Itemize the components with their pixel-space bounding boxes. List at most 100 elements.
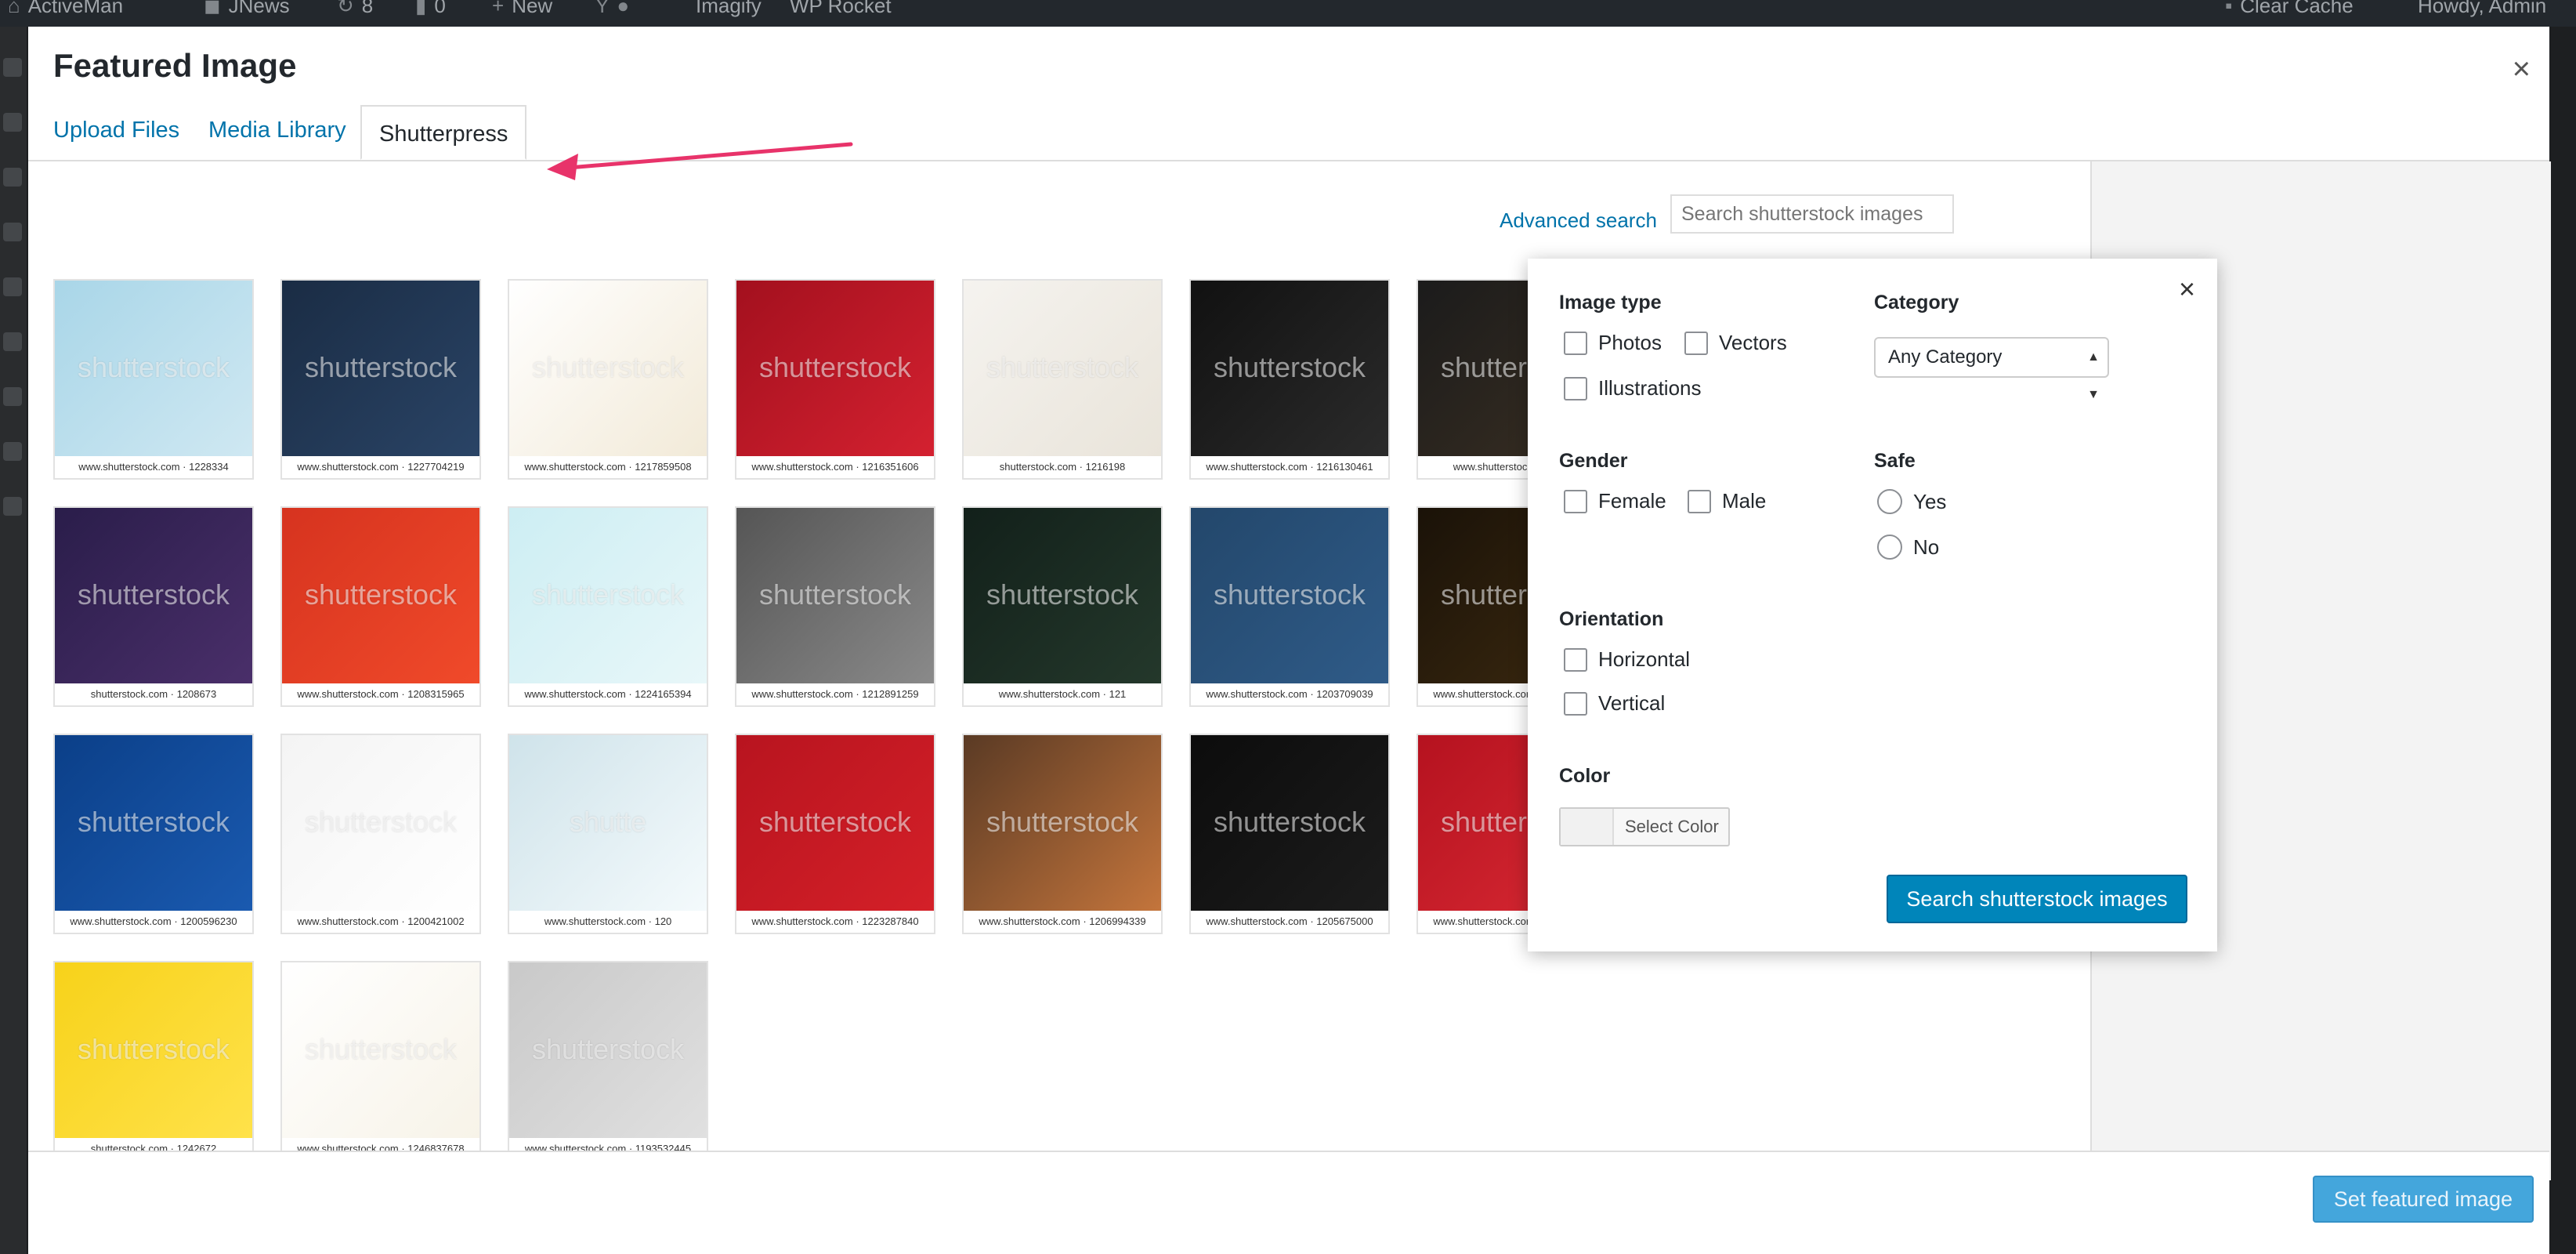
checkbox-box[interactable] [1564,331,1587,355]
clear-cache-menu[interactable]: ▪ Clear Cache [2225,0,2353,18]
watermark-text: shutterstock [77,578,230,611]
watermark-text: shutte [569,806,647,838]
image-thumbnail[interactable]: shutterstock www.shutterstock.com · 12005… [53,734,254,934]
tab-shutterpress[interactable]: Shutterpress [360,105,527,160]
color-swatch [1561,809,1614,845]
posts-icon [3,113,22,132]
advanced-search-link[interactable]: Advanced search [1500,208,1657,233]
watermark-text: shutterstock [758,351,912,383]
color-label: Color [1559,765,1611,787]
watermark-text: shutterstock [1213,806,1366,838]
new-content-menu[interactable]: + New [492,0,552,18]
site-menu[interactable]: ⌂ ActiveMan [8,0,123,18]
image-thumbnail[interactable]: shutterstock www.shutterstock.com · 12178… [508,279,708,480]
updates-count: 8 [361,0,374,17]
watermark-text: shutterstock [986,806,1139,838]
admin-bar: ⌂ ActiveMan ◼ JNews ↻ 8 ▮ 0 + New Y ● Im… [0,0,2576,27]
tab-media-library[interactable]: Media Library [208,118,346,143]
checkbox-box[interactable] [1564,691,1587,716]
set-featured-image-button[interactable]: Set featured image [2313,1176,2534,1223]
dashboard-icon [3,58,22,77]
thumbnail-caption: www.shutterstock.com · 1208315965 [282,683,479,705]
image-thumbnail[interactable]: shutterstock www.shutterstock.com · 12069… [962,734,1163,934]
checkbox-horizontal[interactable]: Horizontal [1564,647,1690,672]
modal-footer: Set featured image [28,1151,2549,1254]
image-thumbnail[interactable]: shutterstock www.shutterstock.com · 12004… [280,734,481,934]
thumbnail-caption: www.shutterstock.com · 1224165394 [509,683,707,705]
checkbox-box[interactable] [1564,376,1587,400]
tab-upload-files[interactable]: Upload Files [53,118,179,143]
checkbox-box[interactable] [1684,331,1708,355]
checkbox-box[interactable] [1688,489,1711,513]
option-label: Female [1598,489,1666,513]
thumbnail-caption: shutterstock.com · 1208673 [55,683,252,705]
select-color-button[interactable]: Select Color [1559,807,1730,846]
thumbnail-caption: www.shutterstock.com · 1228334 [55,456,252,478]
imagify-label: Imagify [696,0,762,17]
yoast-menu[interactable]: Y ● [595,0,629,18]
category-label: Category [1874,292,1959,314]
checkbox-male[interactable]: Male [1688,489,1766,513]
image-thumbnail[interactable]: shutterstock www.shutterstock.com · 12241… [508,506,708,707]
radio-circle[interactable] [1877,489,1902,514]
image-thumbnail[interactable]: shutterstock www.shutterstock.com · 12232… [735,734,935,934]
image-thumbnail[interactable]: shutterstock www.shutterstock.com · 12056… [1189,734,1390,934]
image-thumbnail[interactable]: shutterstock www.shutterstock.com · 12468… [280,961,481,1162]
image-thumbnail[interactable]: shutterstock www.shutterstock.com · 121 [962,506,1163,707]
watermark-text: shutterstock [1213,351,1366,383]
image-thumbnail[interactable]: shutterstock www.shutterstock.com · 12163… [735,279,935,480]
image-thumbnail[interactable]: shutterstock www.shutterstock.com · 12161… [1189,279,1390,480]
image-thumbnail[interactable]: shutterstock www.shutterstock.com · 12083… [280,506,481,707]
thumbnail-caption: www.shutterstock.com · 1200421002 [282,911,479,933]
account-menu[interactable]: Howdy, Admin [2418,0,2546,18]
select-caret-icon: ▲ ▼ [2087,350,2100,401]
image-thumbnail[interactable]: shutterstock shutterstock.com · 1216198 [962,279,1163,480]
image-thumbnail[interactable]: shutte www.shutterstock.com · 120 [508,734,708,934]
radio-safe-no[interactable]: No [1877,535,1939,560]
howdy-label: Howdy, Admin [2418,0,2547,17]
comments-count: 0 [434,0,446,17]
checkbox-female[interactable]: Female [1564,489,1666,513]
thumbnail-caption: www.shutterstock.com · 1216130461 [1191,456,1388,478]
image-thumbnail[interactable]: shutterstock shutterstock.com · 1242672 [53,961,254,1162]
search-shutterstock-button[interactable]: Search shutterstock images [1887,875,2187,923]
checkbox-box[interactable] [1564,489,1587,513]
checkbox-photos[interactable]: Photos [1564,331,1662,355]
updates-menu[interactable]: ↻ 8 [337,0,373,18]
radio-circle[interactable] [1877,535,1902,560]
imagify-menu[interactable]: Imagify [696,0,762,18]
image-thumbnail[interactable]: shutterstock www.shutterstock.com · 12283… [53,279,254,480]
site-name: ActiveMan [27,0,124,17]
image-thumbnail[interactable]: shutterstock www.shutterstock.com · 12277… [280,279,481,480]
admin-side-menu [0,27,27,1254]
category-select[interactable]: Any Category ▲ ▼ [1874,337,2109,401]
search-input[interactable] [1670,194,1954,234]
checkbox-illustrations[interactable]: Illustrations [1564,376,1702,400]
radio-safe-yes[interactable]: Yes [1877,489,1946,514]
watermark-text: shutterstock [986,351,1139,383]
image-thumbnail[interactable]: shutterstock www.shutterstock.com · 11935… [508,961,708,1162]
watermark-text: shutterstock [758,806,912,838]
tools-icon [3,497,22,516]
watermark-text: shutterstock [77,351,230,383]
wp-rocket-menu[interactable]: WP Rocket [790,0,892,18]
thumbnail-caption: www.shutterstock.com · 1205675000 [1191,911,1388,933]
modal-title: Featured Image [53,47,297,84]
option-label: No [1913,535,1940,559]
checkbox-vectors[interactable]: Vectors [1684,331,1787,355]
option-label: Horizontal [1598,647,1691,671]
option-label: Male [1722,489,1767,513]
checkbox-vertical[interactable]: Vertical [1564,691,1665,716]
checkbox-box[interactable] [1564,647,1587,672]
thumbnail-caption: shutterstock.com · 1216198 [964,456,1161,478]
close-filters-icon[interactable]: × [2179,273,2195,306]
comments-menu[interactable]: ▮ 0 [415,0,446,18]
thumbnail-caption: www.shutterstock.com · 1200596230 [55,911,252,933]
image-thumbnail[interactable]: shutterstock shutterstock.com · 1208673 [53,506,254,707]
close-icon[interactable]: × [2513,52,2531,87]
image-thumbnail[interactable]: shutterstock www.shutterstock.com · 12037… [1189,506,1390,707]
image-thumbnail[interactable]: shutterstock www.shutterstock.com · 12128… [735,506,935,707]
plus-icon: + [492,0,505,17]
watermark-text: shutterstock [304,351,458,383]
jnews-menu[interactable]: ◼ JNews [204,0,290,18]
